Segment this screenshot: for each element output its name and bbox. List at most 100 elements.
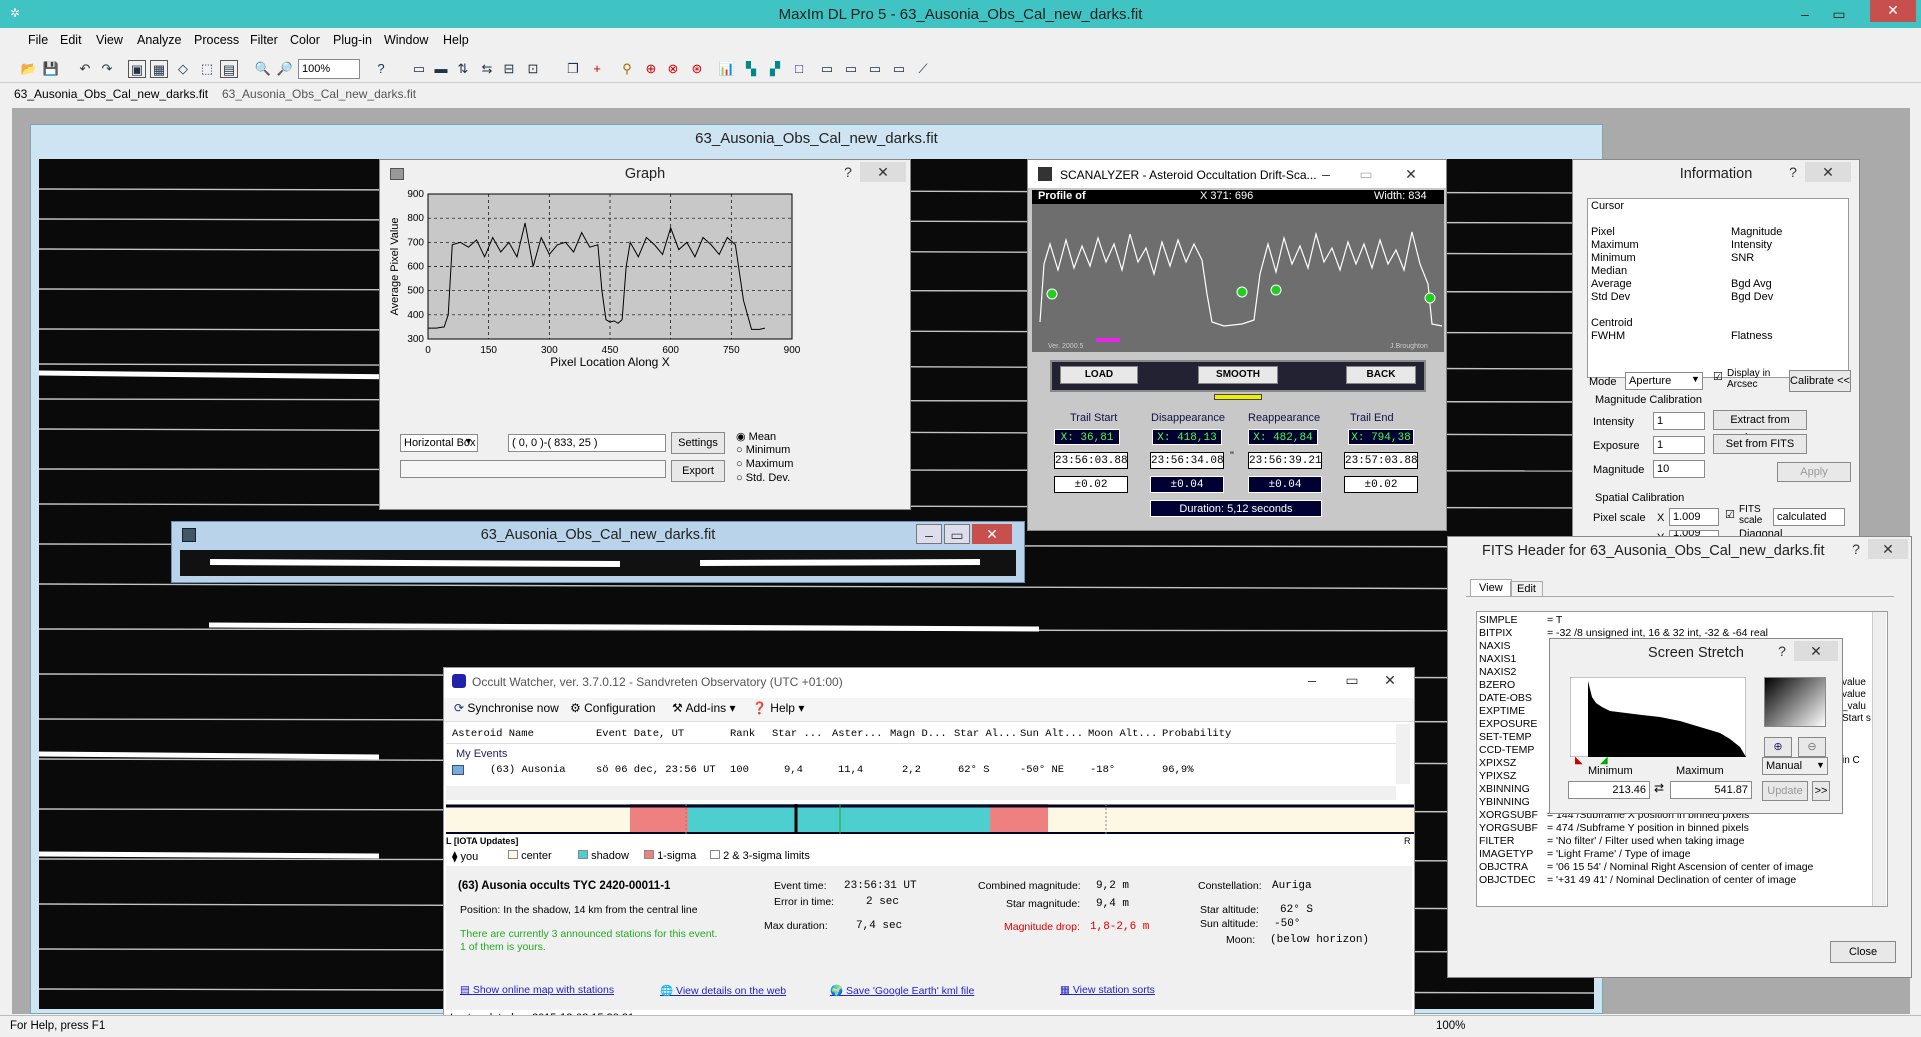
display-arcsec-checkbox[interactable]: ☑ [1713, 370, 1723, 383]
windows-icon[interactable]: ▚ [742, 60, 760, 78]
calculated-field[interactable]: calculated [1773, 508, 1845, 526]
crop-icon[interactable]: ⬚ [198, 60, 216, 78]
tool-c-icon[interactable]: ⇅ [454, 60, 472, 78]
column-header[interactable]: Moon Alt... [1088, 728, 1157, 740]
minimize-button[interactable]: – [1788, 4, 1822, 26]
tab-view[interactable]: View [1470, 579, 1512, 596]
help-menu[interactable]: ❓ Help ▾ [752, 701, 804, 715]
stretch-help-button[interactable]: ? [1772, 641, 1792, 661]
extract-from-image-button[interactable]: Extract from image [1713, 410, 1807, 444]
select-icon[interactable]: ▣ [128, 60, 146, 78]
spiral-icon[interactable]: ⊛ [688, 60, 706, 78]
graph-close-button[interactable]: ✕ [860, 162, 906, 182]
addins-menu[interactable]: ⚒ Add-ins ▾ [672, 701, 735, 715]
update-button[interactable]: Update [1762, 781, 1808, 801]
graph-help-button[interactable]: ? [838, 162, 858, 182]
menu-edit[interactable]: Edit [60, 33, 82, 47]
redo-icon[interactable]: ↷ [98, 60, 116, 78]
strip-minimize-button[interactable]: – [916, 524, 942, 544]
column-header[interactable]: Rank [730, 728, 755, 740]
strip-close-button[interactable]: ✕ [972, 524, 1012, 544]
information-window[interactable]: Information ? ✕ Cursor Pixel Maximum Min… [1572, 159, 1860, 544]
pan-icon[interactable]: ◇ [174, 60, 192, 78]
station-sorts-link[interactable]: ▦ View station sorts [1060, 984, 1155, 996]
maximize-button[interactable]: ▭ [1822, 4, 1856, 26]
my-events-group[interactable]: My Events [456, 748, 507, 760]
zoom-select[interactable]: 100% [298, 59, 360, 79]
tool-d-icon[interactable]: ⇆ [478, 60, 496, 78]
minimum-marker-icon[interactable]: ◣ [1575, 755, 1583, 766]
information-help-button[interactable]: ? [1783, 162, 1803, 182]
maximum-field[interactable]: 541.87 [1670, 781, 1752, 799]
menu-plugin[interactable]: Plug-in [333, 33, 372, 47]
close-button[interactable]: ✕ [1870, 0, 1916, 22]
tool-f-icon[interactable]: ⊡ [524, 60, 542, 78]
tool-a-icon[interactable]: ▭ [410, 60, 428, 78]
window-d-icon[interactable]: ▭ [890, 60, 908, 78]
menu-view[interactable]: View [96, 33, 123, 47]
select3-icon[interactable]: ▤ [220, 60, 238, 78]
window-a-icon[interactable]: ▭ [818, 60, 836, 78]
tool-b-icon[interactable]: ▬ [432, 60, 450, 78]
strip-image[interactable] [180, 550, 1016, 576]
menu-help[interactable]: Help [443, 33, 469, 47]
column-header[interactable]: Sun Alt... [1020, 728, 1083, 740]
magnitude-field[interactable]: 10 [1653, 460, 1705, 478]
select2-icon[interactable]: ▦ [150, 60, 168, 78]
undo-icon[interactable]: ↶ [76, 60, 94, 78]
disk-icon[interactable]: ⊗ [664, 60, 682, 78]
back-button[interactable]: BACK [1346, 366, 1416, 384]
kml-link[interactable]: 🌍 Save 'Google Earth' kml file [830, 984, 974, 997]
fits-close-button[interactable]: ✕ [1868, 539, 1908, 559]
events-hscrollbar[interactable] [446, 786, 1396, 800]
radio-minimum[interactable]: ○ Minimum [736, 444, 790, 456]
stretch-close-button[interactable]: ✕ [1794, 641, 1838, 661]
menu-color[interactable]: Color [290, 33, 320, 47]
exposure-field[interactable]: 1 [1653, 436, 1705, 454]
stretch-mode-dropdown-icon[interactable]: ▼ [1816, 760, 1825, 770]
column-header[interactable]: Magn D... [890, 728, 947, 740]
apply-button[interactable]: Apply [1777, 462, 1851, 482]
bar-chart-icon[interactable]: 📊 [718, 60, 736, 78]
smooth-button[interactable]: SMOOTH [1198, 366, 1278, 384]
column-header[interactable]: Asteroid Name [452, 728, 534, 740]
tab-document-2[interactable]: 63_Ausonia_Obs_Cal_new_darks.fit [222, 87, 416, 101]
radio-maximum[interactable]: ○ Maximum [736, 458, 793, 470]
profile-mode-dropdown-icon[interactable]: ▼ [464, 436, 473, 446]
scanalyzer-minimize-button[interactable]: – [1306, 164, 1346, 184]
occult-close-button[interactable]: ✕ [1370, 670, 1410, 690]
load-button[interactable]: LOAD [1060, 366, 1138, 384]
target-icon[interactable]: ⊕ [642, 60, 660, 78]
occult-watcher-window[interactable]: Occult Watcher, ver. 3.7.0.12 - Sandvret… [443, 667, 1415, 1029]
radio-mean[interactable]: ◉ Mean [736, 430, 776, 443]
strip-window[interactable]: 63_Ausonia_Obs_Cal_new_darks.fit – ▭ ✕ [171, 521, 1025, 583]
open-icon[interactable]: 📂 [20, 60, 38, 78]
menu-process[interactable]: Process [194, 33, 239, 47]
minimum-field[interactable]: 213.46 [1568, 781, 1650, 799]
column-header[interactable]: Event Date, UT [596, 728, 684, 740]
mode-dropdown-icon[interactable]: ▼ [1691, 374, 1700, 384]
swap-icon[interactable]: ⇄ [1654, 781, 1664, 795]
occult-maximize-button[interactable]: ▭ [1332, 670, 1372, 690]
graph-window[interactable]: Graph ? ✕ 0 150 300 450 600 750 900 300 400 500 60… [379, 159, 911, 510]
events-table-row[interactable]: (63) Ausonia sö 06 dec, 23:56 UT 100 9,4 11,… [446, 762, 1396, 778]
zoom-in-icon[interactable]: 🔍 [254, 60, 272, 78]
window-c-icon[interactable]: ▭ [866, 60, 884, 78]
menu-filter[interactable]: Filter [250, 33, 278, 47]
tab-edit[interactable]: Edit [1510, 581, 1543, 596]
save-icon[interactable]: 💾 [42, 60, 60, 78]
synchronise-button[interactable]: ⟳ Synchronise now [454, 701, 559, 715]
scanalyzer-close-button[interactable]: ✕ [1386, 164, 1436, 184]
screen-stretch-window[interactable]: Screen Stretch ? ✕ ◣ ◢ ⊕ ⊖ Minimum Maxim… [1549, 638, 1843, 814]
set-from-fits-button[interactable]: Set from FITS [1713, 434, 1807, 454]
menu-window[interactable]: Window [384, 33, 428, 47]
configuration-button[interactable]: ⚙ Configuration [570, 701, 656, 715]
calibrate-button[interactable]: Calibrate << [1789, 370, 1851, 392]
map-link[interactable]: ▤ Show online map with stations [460, 984, 614, 996]
telescope-icon[interactable]: ⚲ [618, 60, 636, 78]
crosshair-icon[interactable]: + [588, 60, 606, 78]
fits-scale-checkbox[interactable]: ☑ [1725, 508, 1735, 521]
tool-e-icon[interactable]: ⊟ [500, 60, 518, 78]
information-close-button[interactable]: ✕ [1805, 162, 1851, 182]
curve-icon[interactable]: ⟋ [914, 60, 932, 78]
